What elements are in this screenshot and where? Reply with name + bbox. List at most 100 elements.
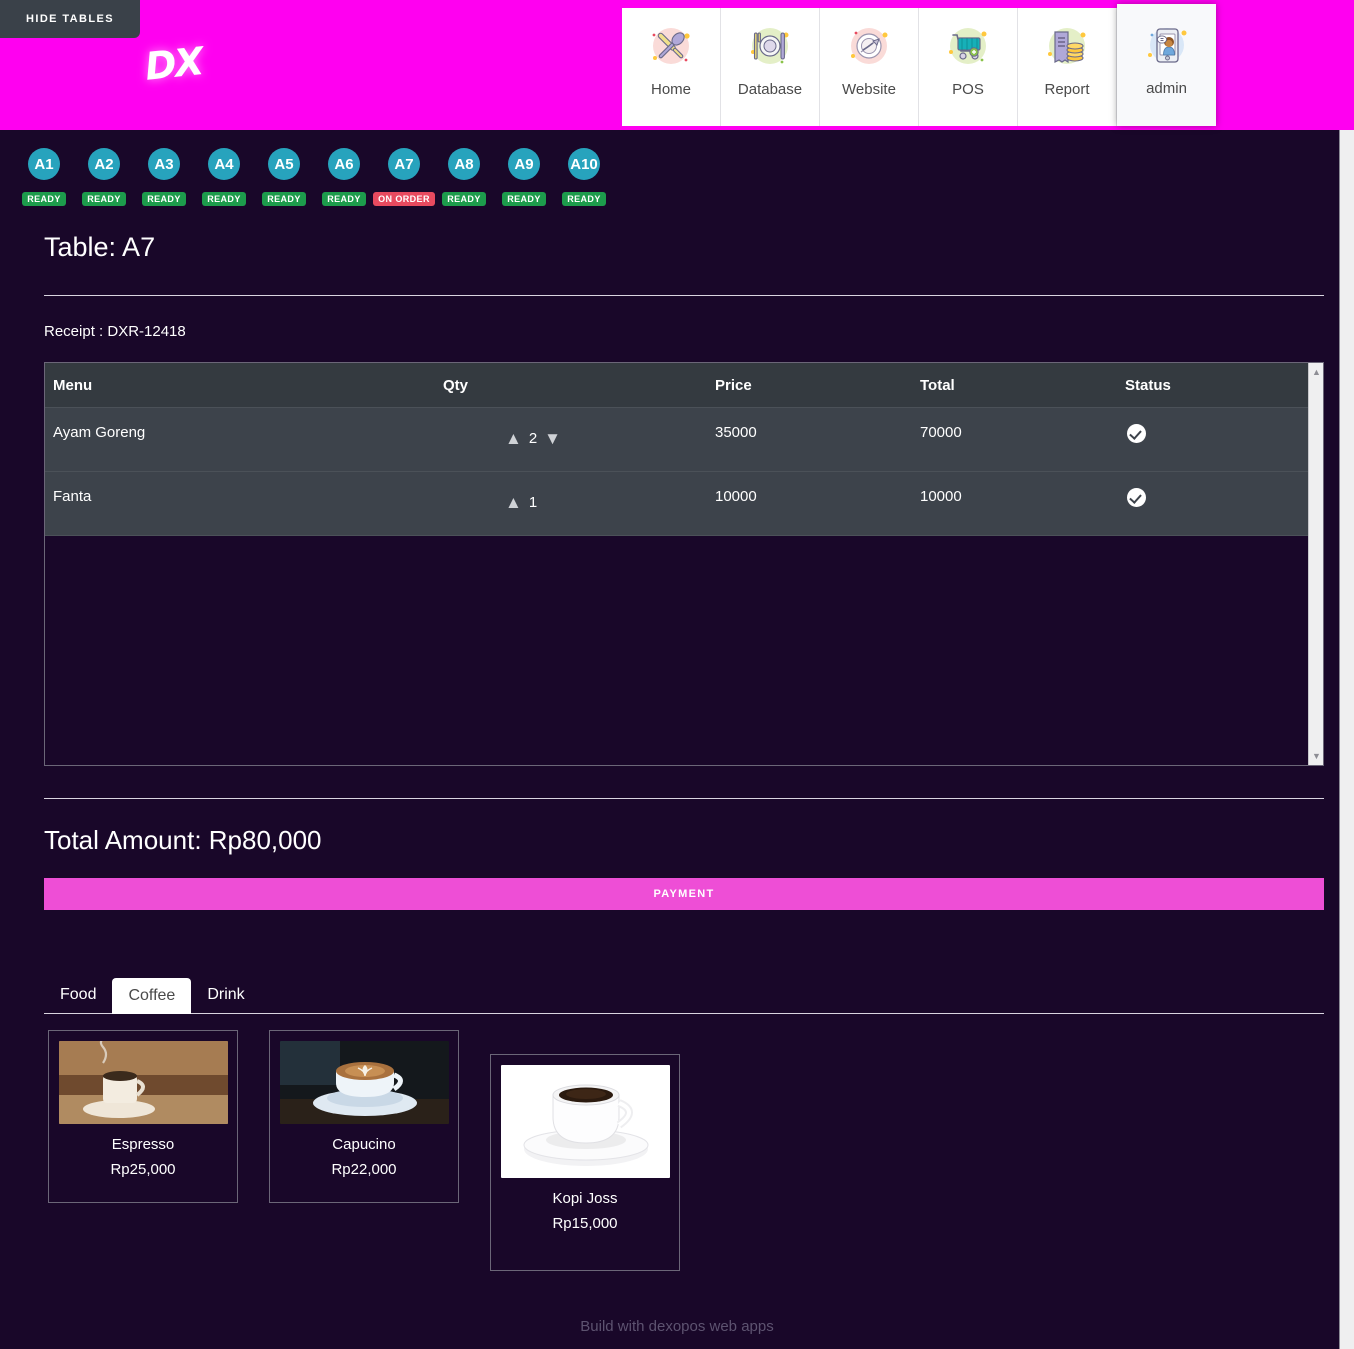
cell-menu: Ayam Goreng: [45, 407, 435, 472]
scroll-up-arrow[interactable]: ▲: [1309, 365, 1324, 379]
qty-decrease-icon[interactable]: ▼: [544, 430, 561, 447]
table-chip-label: A9: [508, 148, 540, 180]
table-header-row: Menu Qty Price Total Status: [45, 363, 1309, 408]
table-chip-label: A4: [208, 148, 240, 180]
table-chip-status: READY: [322, 192, 366, 206]
user-device-icon: [1141, 21, 1193, 73]
cell-status: [1117, 407, 1309, 472]
capucino-photo: [280, 1041, 449, 1124]
product-name: Capucino: [332, 1136, 396, 1153]
table-chip-label: A7: [388, 148, 420, 180]
app-header: HIDE TABLES DX Home Database Website POS…: [0, 0, 1354, 130]
product-price: Rp25,000: [110, 1161, 176, 1178]
table-chip-status: READY: [82, 192, 126, 206]
nav-tab-label: POS: [952, 81, 984, 98]
product-name: Espresso: [111, 1136, 175, 1153]
category-tab-drink[interactable]: Drink: [191, 977, 260, 1013]
cell-qty: ▲ 1: [435, 471, 707, 536]
table-chip-status: ON ORDER: [373, 192, 435, 206]
product-grid: Espresso Rp25,000 Capucino Rp22,000 Kopi Jos…: [44, 1030, 1324, 1271]
table-chip-a9[interactable]: A9 READY: [494, 148, 554, 206]
cell-price: 10000: [707, 471, 912, 536]
nav-tab-admin[interactable]: admin: [1117, 4, 1216, 126]
order-table: Menu Qty Price Total Status Ayam Goreng ▲…: [45, 363, 1309, 536]
table-chip-status: READY: [22, 192, 66, 206]
table-chip-a10[interactable]: A10 READY: [554, 148, 614, 206]
table-chip-status: READY: [202, 192, 246, 206]
table-chip-a3[interactable]: A3 READY: [134, 148, 194, 206]
table-chip-status: READY: [442, 192, 486, 206]
table-chip-label: A5: [268, 148, 300, 180]
cell-status: [1117, 471, 1309, 536]
column-header-status: Status: [1117, 363, 1309, 408]
table-chip-a8[interactable]: A8 READY: [434, 148, 494, 206]
order-table-scrollbar[interactable]: ▲ ▼: [1308, 363, 1323, 765]
check-circle-icon[interactable]: [1127, 424, 1146, 443]
cell-qty: ▲ 2 ▼: [435, 407, 707, 472]
table-chip-label: A6: [328, 148, 360, 180]
qty-increase-icon[interactable]: ▲: [505, 430, 522, 447]
title-divider: [44, 295, 1324, 296]
product-name: Kopi Joss: [552, 1190, 618, 1207]
plate-cutlery-icon: [744, 22, 796, 74]
fork-knife-icon: [645, 22, 697, 74]
page-title: Table: A7: [44, 232, 156, 262]
product-card-capucino[interactable]: Capucino Rp22,000: [269, 1030, 459, 1203]
espresso-photo: [59, 1041, 228, 1124]
brand-logo: DX: [142, 39, 204, 89]
column-header-qty: Qty: [435, 363, 707, 408]
nav-tab-database[interactable]: Database: [721, 8, 820, 126]
table-chip-a7[interactable]: A7 ON ORDER: [373, 148, 435, 206]
nav-tab-label: Report: [1044, 81, 1090, 98]
nav-tab-label: Home: [650, 81, 691, 98]
plate-web-icon: [843, 22, 895, 74]
nav-tab-website[interactable]: Website: [820, 8, 919, 126]
nav-tab-label: admin: [1146, 80, 1187, 97]
product-card-espresso[interactable]: Espresso Rp25,000: [48, 1030, 238, 1203]
order-divider: [44, 798, 1324, 799]
table-chip-a4[interactable]: A4 READY: [194, 148, 254, 206]
table-chip-a6[interactable]: A6 READY: [314, 148, 374, 206]
page-scrollbar[interactable]: [1339, 130, 1354, 1349]
product-card-kopi-joss[interactable]: Kopi Joss Rp15,000: [490, 1054, 680, 1271]
table-chip-status: READY: [142, 192, 186, 206]
table-chip-label: A2: [88, 148, 120, 180]
order-table-scroll-area: Menu Qty Price Total Status Ayam Goreng ▲…: [45, 363, 1309, 765]
footer-text: Build with dexopos web apps: [580, 1318, 774, 1335]
table-chip-status: READY: [502, 192, 546, 206]
category-tab-food[interactable]: Food: [44, 977, 112, 1013]
column-header-total: Total: [912, 363, 1117, 408]
table-chip-status: READY: [562, 192, 606, 206]
table-chip-label: A1: [28, 148, 60, 180]
qty-value: 1: [528, 494, 538, 511]
nav-tab-label: Database: [737, 81, 803, 98]
table-chip-label: A3: [148, 148, 180, 180]
table-chip-a1[interactable]: A1 READY: [14, 148, 74, 206]
table-chip-label: A10: [568, 148, 600, 180]
tables-strip: A1 READY A2 READY A3 READY A4 READY A5 READY A6 REA…: [0, 130, 1354, 210]
shopping-cart-icon: [942, 22, 994, 74]
qty-increase-icon[interactable]: ▲: [505, 494, 522, 511]
check-circle-icon[interactable]: [1127, 488, 1146, 507]
kopi-joss-photo: [501, 1065, 670, 1178]
category-tabs: Food Coffee Drink: [44, 978, 1324, 1014]
cell-price: 35000: [707, 407, 912, 472]
payment-button[interactable]: PAYMENT: [44, 878, 1324, 910]
nav-tab-report[interactable]: Report: [1018, 8, 1117, 126]
table-chip-a2[interactable]: A2 READY: [74, 148, 134, 206]
product-price: Rp22,000: [331, 1161, 397, 1178]
product-price: Rp15,000: [552, 1215, 618, 1232]
scroll-down-arrow[interactable]: ▼: [1309, 749, 1324, 763]
category-tab-coffee[interactable]: Coffee: [112, 978, 192, 1014]
table-chip-a5[interactable]: A5 READY: [254, 148, 314, 206]
total-amount: Total Amount: Rp80,000: [44, 825, 322, 855]
nav-tab-pos[interactable]: POS: [919, 8, 1018, 126]
order-table-container: Menu Qty Price Total Status Ayam Goreng ▲…: [44, 362, 1324, 766]
table-row: Fanta ▲ 1 10000 10000: [45, 471, 1309, 536]
cell-total: 70000: [912, 407, 1117, 472]
column-header-menu: Menu: [45, 363, 435, 408]
hide-tables-button[interactable]: HIDE TABLES: [0, 0, 140, 38]
nav-tab-home[interactable]: Home: [622, 8, 721, 126]
main-content: Table: A7 Receipt : DXR-12418 Menu Qty P…: [0, 232, 1354, 1271]
table-chip-status: READY: [262, 192, 306, 206]
